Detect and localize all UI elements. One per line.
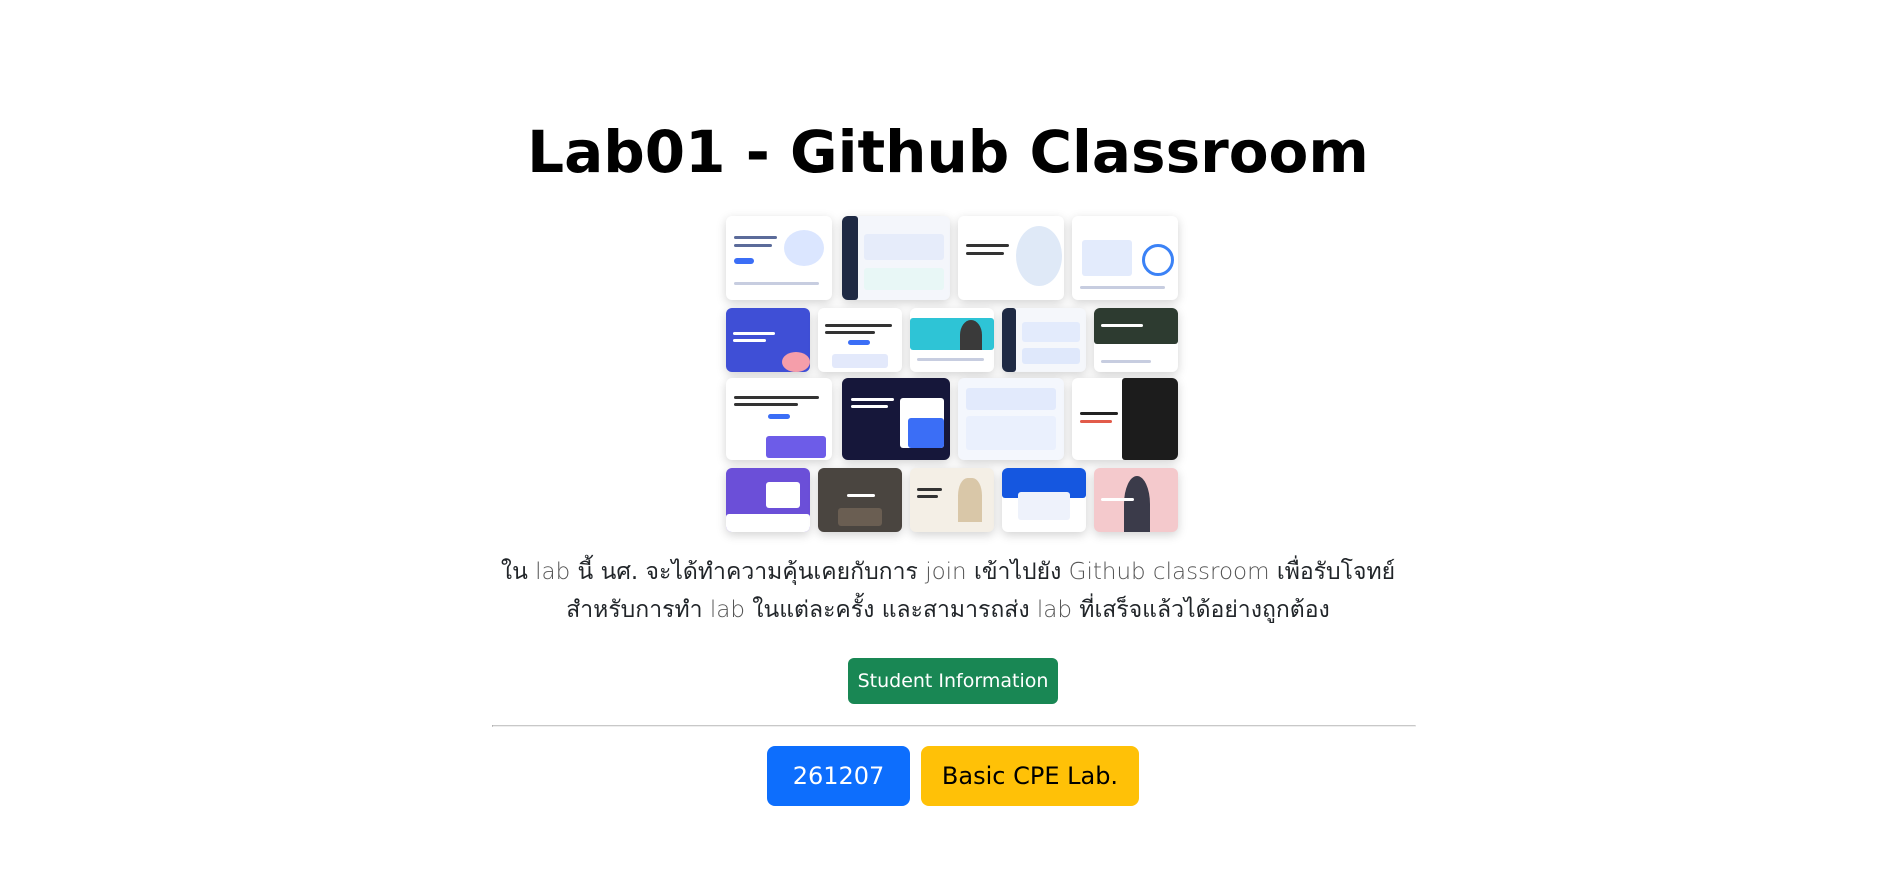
- template-thumbnail: [842, 216, 950, 300]
- hero-image: [726, 216, 1178, 532]
- template-thumbnail: [1072, 216, 1178, 300]
- template-thumbnail: [818, 308, 902, 372]
- description-segment: ในแต่ละครั้ง และสามารถส่ง: [744, 597, 1037, 623]
- template-thumbnail: [910, 308, 994, 372]
- template-thumbnail: [1002, 308, 1086, 372]
- template-thumbnail: [818, 468, 902, 532]
- description-segment: ที่เสร็จแล้วได้อย่างถูกต้อง: [1071, 597, 1330, 623]
- lab-description: ใน lab นี้ นศ. จะได้ทำความคุ้นเคยกับการ …: [448, 553, 1448, 629]
- template-thumbnail: [842, 378, 950, 460]
- template-thumbnail: [958, 378, 1064, 460]
- page-title: Lab01 - Github Classroom: [527, 118, 1369, 186]
- description-segment: Github classroom: [1068, 559, 1270, 585]
- template-thumbnail: [726, 216, 832, 300]
- description-segment: สำหรับการทำ: [566, 597, 710, 623]
- course-code-badge[interactable]: 261207: [767, 746, 910, 806]
- template-thumbnail: [1072, 378, 1178, 460]
- description-segment: เข้าไปยัง: [966, 559, 1069, 585]
- description-segment: lab: [1036, 597, 1072, 623]
- description-segment: join: [925, 559, 967, 585]
- template-thumbnail: [726, 468, 810, 532]
- student-information-button[interactable]: Student Information: [848, 658, 1058, 704]
- description-segment: ใน: [500, 559, 536, 585]
- description-line-1: ใน lab นี้ นศ. จะได้ทำความคุ้นเคยกับการ …: [501, 559, 1395, 585]
- description-segment: lab: [535, 559, 571, 585]
- description-segment: เพื่อรับโจทย์: [1269, 559, 1396, 585]
- description-line-2: สำหรับการทำ lab ในแต่ละครั้ง และสามารถส่…: [566, 597, 1330, 623]
- template-thumbnail: [1094, 308, 1178, 372]
- description-segment: lab: [709, 597, 745, 623]
- page: Lab01 - Github Classroom ใน lab นี้ นศ. …: [0, 0, 1896, 895]
- description-segment: นี้ นศ. จะได้ทำความคุ้นเคยกับการ: [570, 559, 926, 585]
- template-thumbnail: [958, 216, 1064, 300]
- template-thumbnail: [1094, 468, 1178, 532]
- divider: [492, 725, 1416, 727]
- course-name-badge[interactable]: Basic CPE Lab.: [921, 746, 1139, 806]
- template-thumbnail: [910, 468, 994, 532]
- template-thumbnail: [726, 378, 832, 460]
- template-thumbnail: [1002, 468, 1086, 532]
- template-thumbnail: [726, 308, 810, 372]
